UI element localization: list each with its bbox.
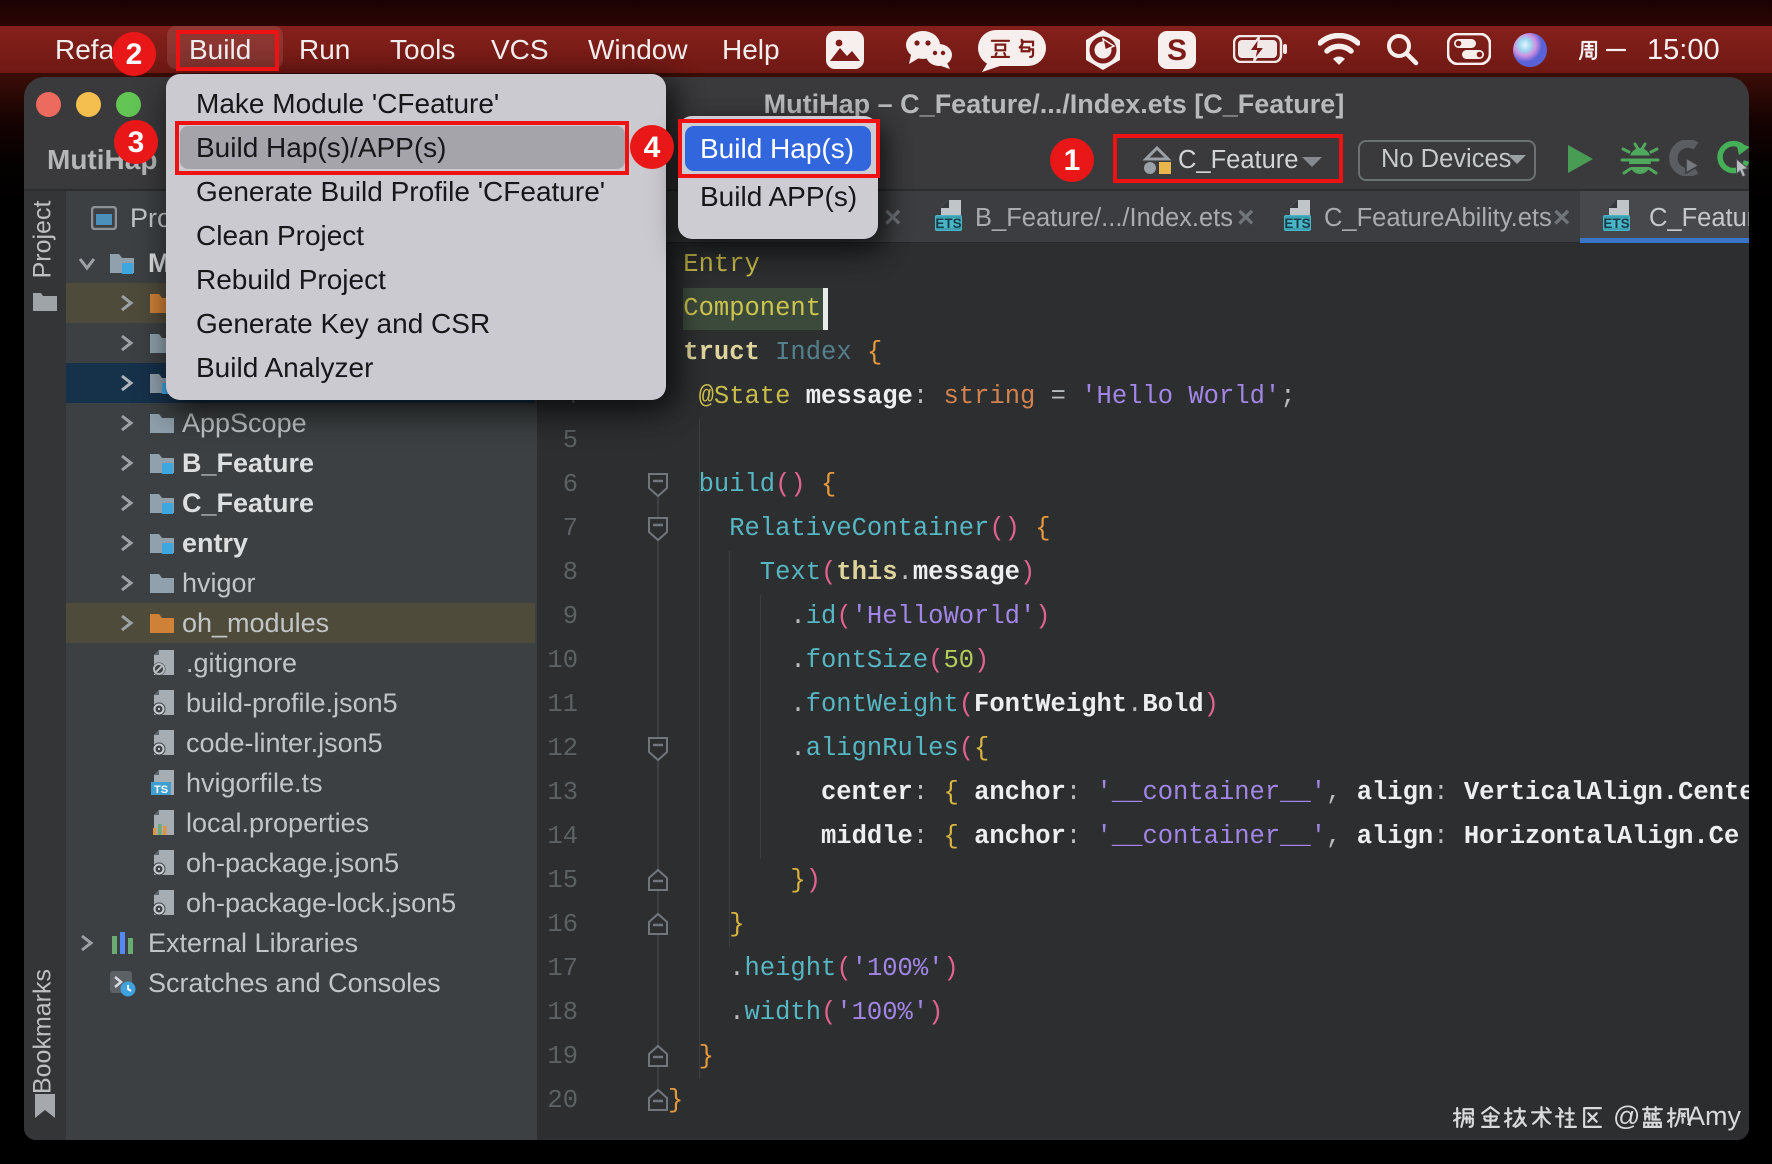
svg-text:ETS: ETS bbox=[935, 216, 961, 231]
svg-text:S: S bbox=[1167, 34, 1187, 67]
svg-text:ETS: ETS bbox=[1284, 216, 1310, 231]
svg-text:ETS: ETS bbox=[1603, 216, 1629, 231]
svg-text:TS: TS bbox=[154, 784, 168, 796]
